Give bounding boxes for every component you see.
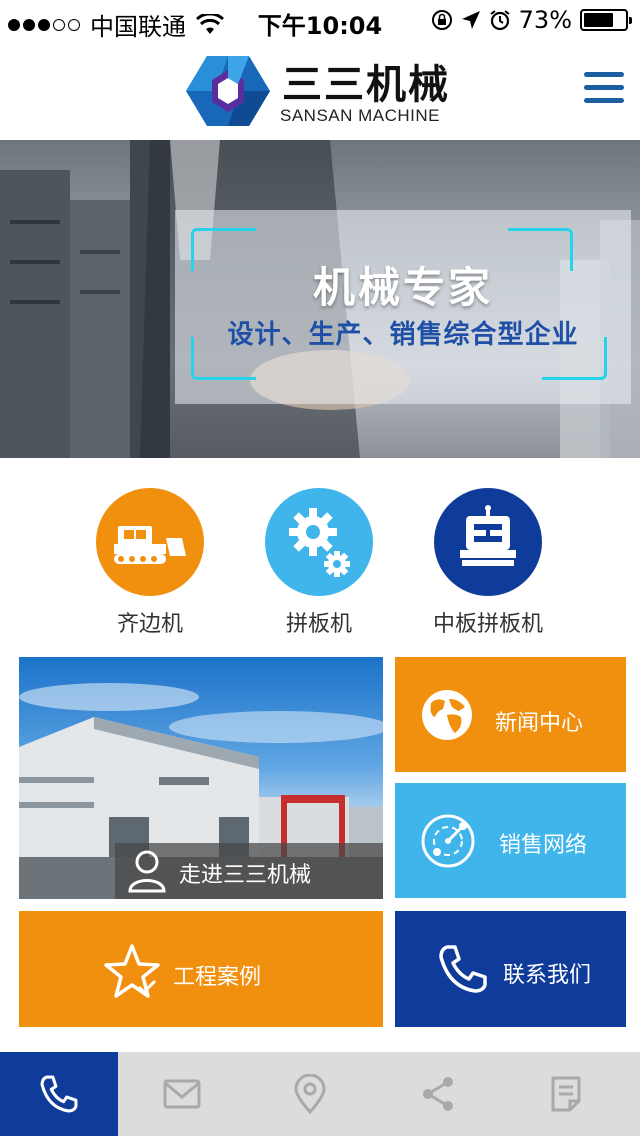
rotation-lock-icon [431, 10, 452, 30]
category-item-pinbanji[interactable]: 拼板机 [234, 488, 404, 638]
category-circle [434, 488, 542, 596]
bottom-nav [0, 1052, 640, 1136]
phone-icon [439, 945, 487, 993]
category-item-zhongban-pinbanji[interactable]: 中板拼板机 [403, 488, 573, 638]
logo-subtitle: SANSAN MACHINE [280, 106, 441, 125]
person-icon [128, 850, 166, 893]
hero-banner[interactable]: 机械专家 设计、生产、销售综合型企业 [0, 140, 640, 458]
menu-button[interactable] [580, 70, 626, 106]
bulldozer-icon [114, 526, 186, 564]
about-company-tile[interactable]: 走进三三机械 [19, 657, 383, 899]
location-arrow-icon [461, 11, 480, 29]
banner-subtitle: 设计、生产、销售综合型企业 [227, 320, 579, 350]
category-label: 中板拼板机 [432, 612, 543, 637]
sales-label: 销售网络 [499, 833, 588, 858]
contact-us-tile[interactable]: 联系我们 [395, 911, 626, 1027]
nav-phone[interactable] [0, 1052, 118, 1136]
sales-network-tile[interactable]: 销售网络 [395, 783, 626, 898]
status-bar: 中国联通 下午10:04 73% [0, 0, 640, 41]
contact-label: 联系我们 [503, 963, 592, 988]
category-label: 齐边机 [116, 612, 183, 637]
category-circle [96, 488, 204, 596]
network-icon [421, 814, 475, 868]
category-item-qibianji[interactable]: 齐边机 [65, 488, 235, 638]
cases-label: 工程案例 [173, 965, 262, 990]
battery-icon [580, 9, 632, 31]
status-right: 73% [431, 6, 632, 34]
news-center-tile[interactable]: 新闻中心 [395, 657, 626, 772]
logo-title: 三三机械 [282, 62, 450, 108]
star-icon [104, 944, 160, 998]
about-caption: 走进三三机械 [115, 843, 383, 899]
nav-note[interactable] [502, 1052, 630, 1136]
note-icon [551, 1076, 581, 1112]
category-circle [265, 488, 373, 596]
header: 三三机械 SANSAN MACHINE [0, 40, 640, 140]
nav-mail[interactable] [118, 1052, 246, 1136]
gears-icon [289, 508, 350, 577]
globe-icon [422, 690, 472, 740]
about-label: 走进三三机械 [179, 863, 312, 888]
phone-icon [40, 1075, 78, 1113]
hamburger-icon [584, 72, 624, 77]
location-icon [294, 1074, 326, 1114]
banner-title: 机械专家 [312, 263, 493, 312]
share-icon [423, 1077, 453, 1111]
battery-percent: 73% [518, 6, 572, 34]
machine-icon [460, 505, 516, 566]
nav-location[interactable] [246, 1052, 374, 1136]
nav-share[interactable] [374, 1052, 502, 1136]
category-label: 拼板机 [285, 612, 352, 637]
project-cases-tile[interactable]: 工程案例 [19, 911, 383, 1027]
logo-icon[interactable] [186, 54, 270, 128]
mail-icon [163, 1079, 201, 1109]
banner-caption-box: 机械专家 设计、生产、销售综合型企业 [175, 210, 631, 404]
alarm-icon [490, 10, 510, 31]
news-label: 新闻中心 [495, 711, 584, 736]
